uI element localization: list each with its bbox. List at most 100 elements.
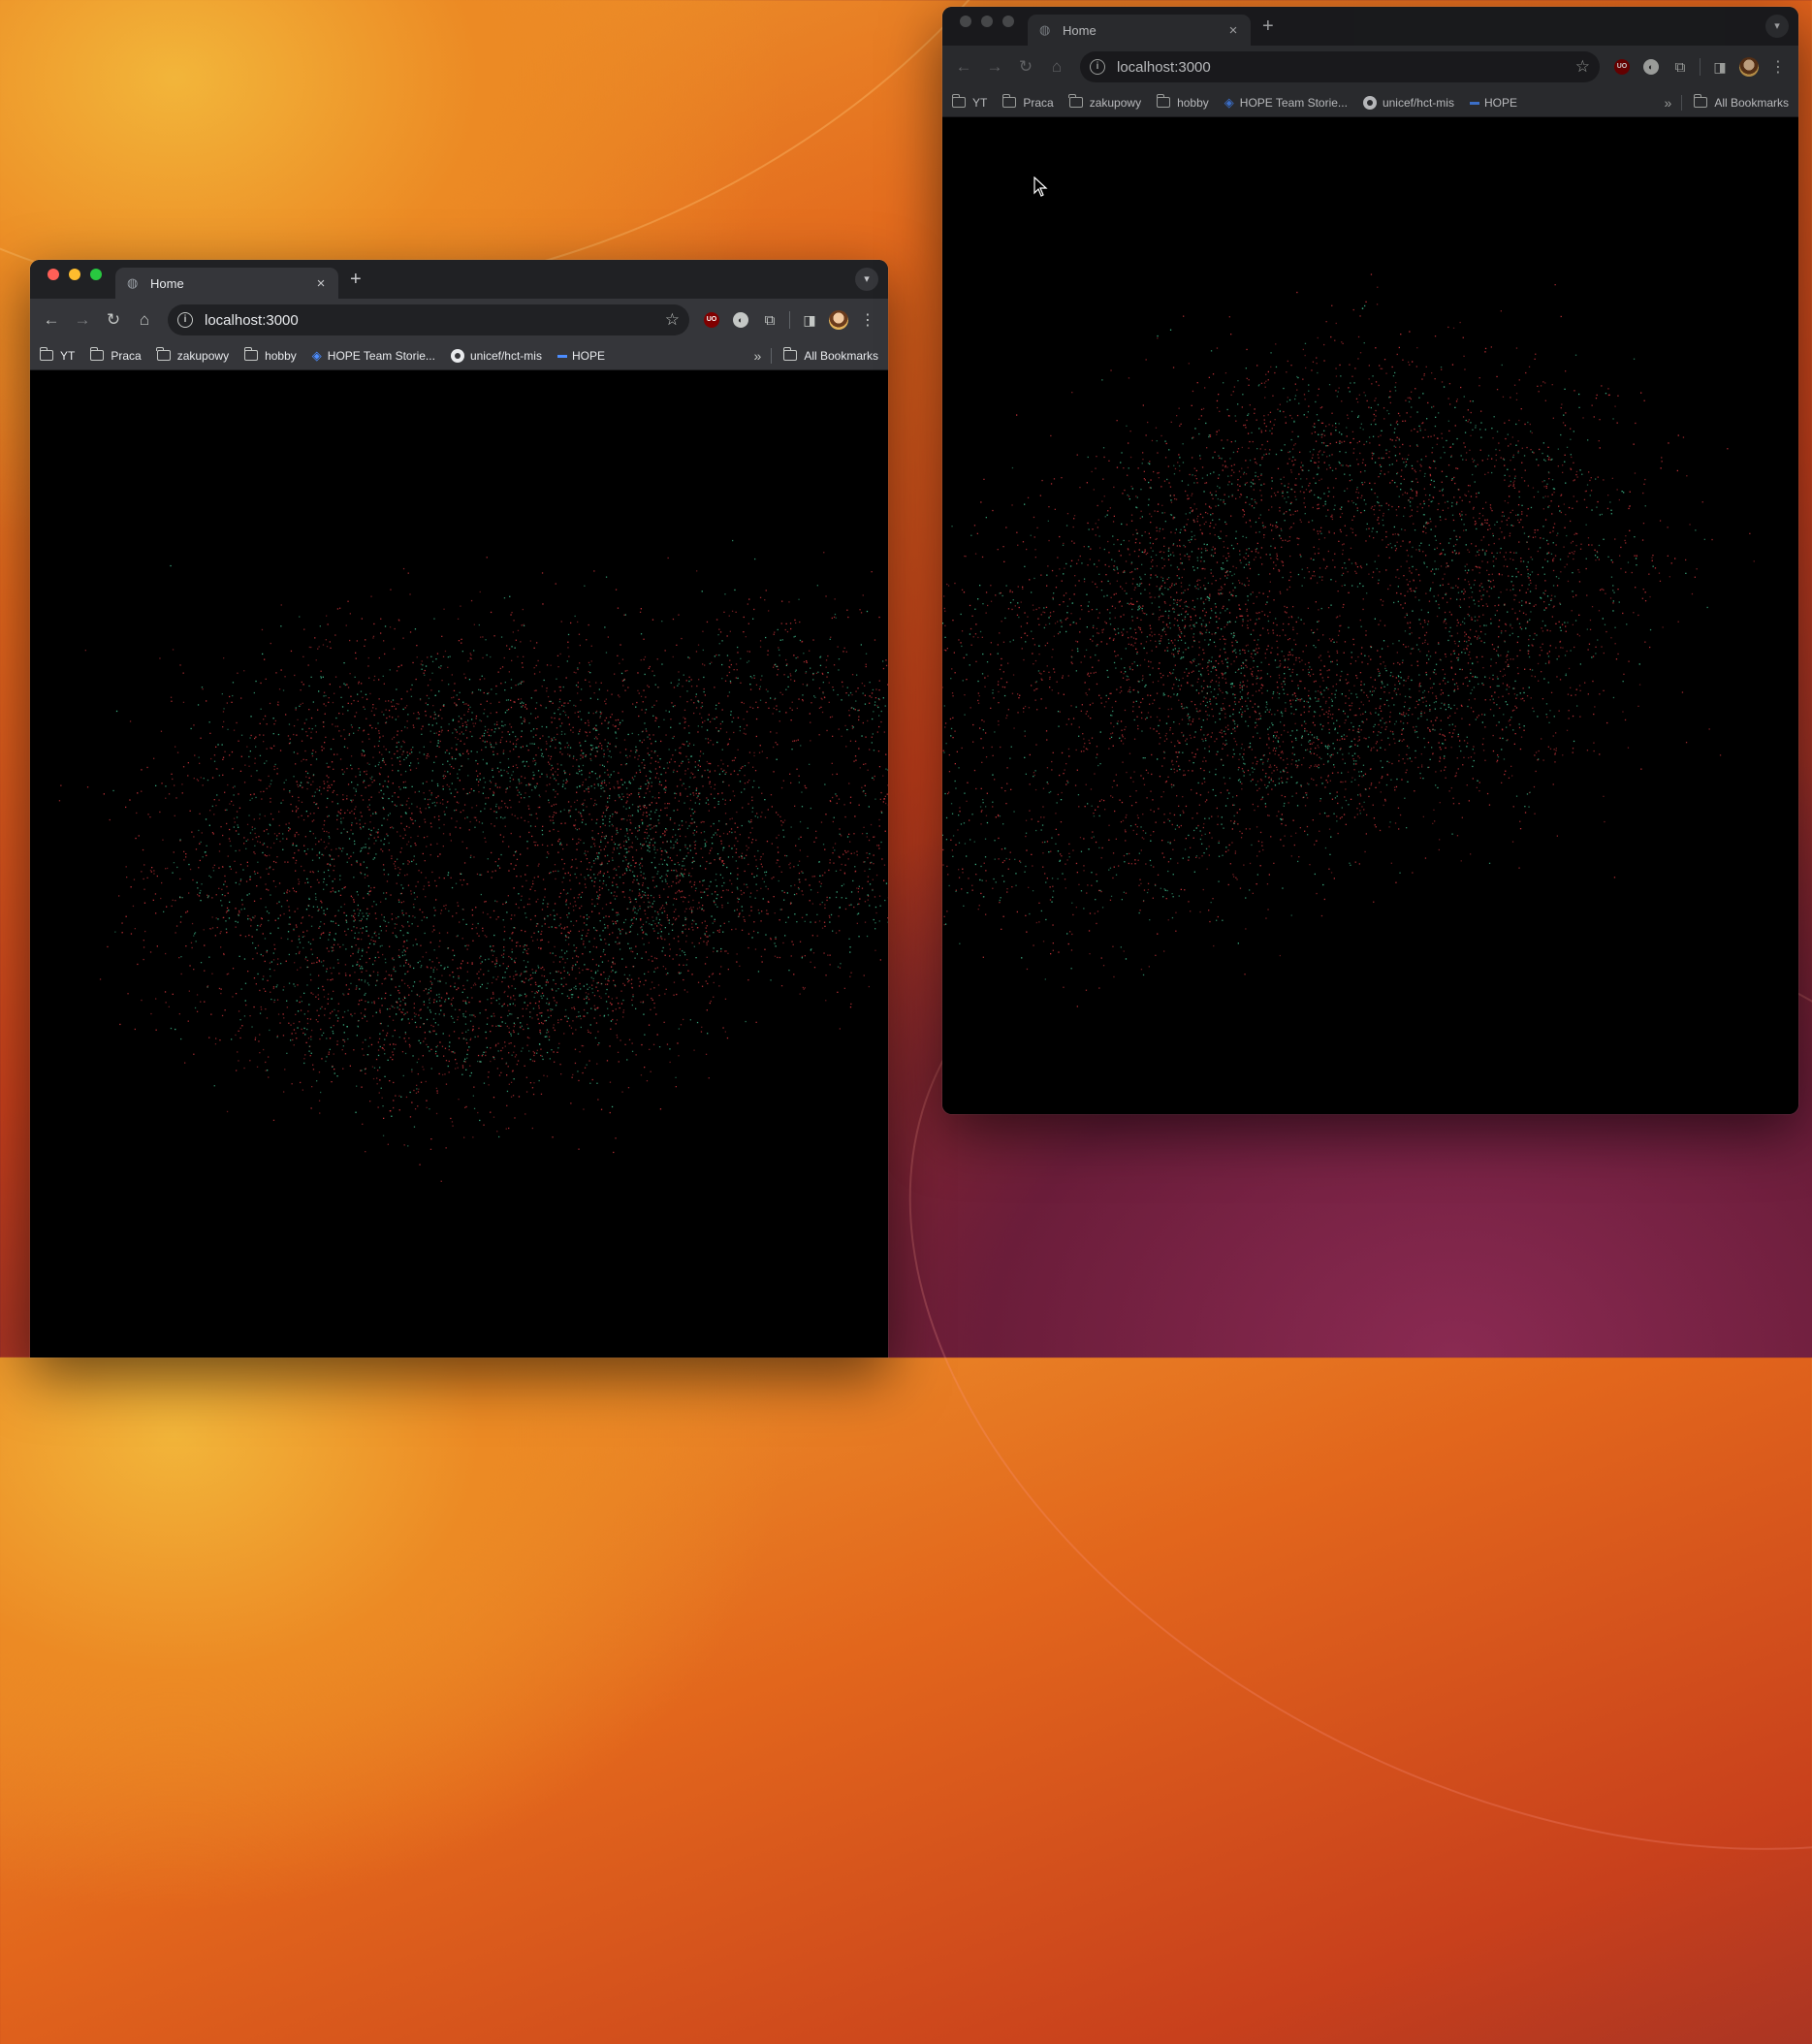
- bookmark-folder-hobby[interactable]: hobby: [243, 347, 297, 363]
- particle: [276, 1035, 278, 1038]
- particle: [557, 830, 559, 832]
- particle: [305, 956, 307, 958]
- minimize-window-button[interactable]: [69, 268, 80, 280]
- particle: [475, 907, 477, 909]
- particle: [588, 916, 590, 918]
- particle: [682, 686, 683, 687]
- particle: [617, 782, 619, 784]
- particle: [440, 1009, 442, 1011]
- home-button[interactable]: ⌂: [129, 304, 160, 335]
- particle: [757, 816, 759, 818]
- ublock-extension-button[interactable]: UO: [697, 305, 726, 335]
- particle: [334, 725, 336, 727]
- particle: [322, 854, 325, 856]
- extensions-button[interactable]: ⧉: [755, 305, 784, 335]
- all-bookmarks-folder[interactable]: All Bookmarks: [782, 347, 878, 363]
- particle: [365, 639, 366, 641]
- particle: [703, 690, 705, 693]
- particle: [511, 612, 513, 614]
- particle: [293, 1044, 295, 1046]
- particle: [585, 854, 587, 856]
- particle: [354, 808, 356, 811]
- particle: [704, 769, 706, 772]
- menu-button[interactable]: ⋮: [853, 305, 882, 335]
- new-tab-button[interactable]: +: [350, 260, 362, 299]
- particle: [226, 1110, 229, 1113]
- info-icon[interactable]: i: [177, 312, 193, 328]
- particle: [486, 936, 488, 938]
- particle: [529, 1002, 531, 1005]
- particle: [605, 717, 608, 719]
- particle: [586, 858, 588, 860]
- particle: [310, 737, 312, 739]
- particle: [434, 694, 436, 696]
- particle: [502, 752, 505, 754]
- star-icon[interactable]: ☆: [665, 310, 680, 330]
- bookmark-folder-zakupowy[interactable]: zakupowy: [156, 347, 229, 363]
- toolbar: ← → ↻ ⌂ i localhost:3000 ☆ UO ◐ ⧉ ◨ ⋮: [30, 299, 888, 341]
- particle: [455, 737, 457, 739]
- particle: [525, 950, 527, 952]
- particle: [179, 896, 181, 898]
- particle: [458, 802, 460, 804]
- particle: [419, 699, 422, 701]
- particle: [697, 795, 699, 797]
- bookmark-folder-yt[interactable]: YT: [39, 347, 75, 363]
- particle: [485, 841, 487, 843]
- particle: [402, 567, 405, 570]
- particle: [583, 922, 586, 924]
- maximize-window-button[interactable]: [90, 268, 102, 280]
- bookmark-hope-team-stories[interactable]: ◈ HOPE Team Storie...: [312, 348, 435, 364]
- particle: [652, 920, 654, 922]
- particle: [433, 929, 435, 931]
- side-panel-button[interactable]: ◨: [795, 305, 824, 335]
- url-text[interactable]: localhost:3000: [205, 312, 665, 329]
- particle: [645, 696, 647, 698]
- particle: [675, 834, 677, 836]
- particle: [583, 809, 585, 812]
- particle: [373, 837, 375, 839]
- particle: [252, 838, 254, 841]
- particle: [449, 763, 451, 766]
- particle: [477, 784, 480, 786]
- particle: [183, 850, 185, 852]
- close-tab-icon[interactable]: ×: [313, 275, 329, 292]
- forward-button[interactable]: →: [67, 304, 98, 335]
- particle: [531, 1017, 533, 1019]
- particle: [194, 754, 196, 756]
- particle: [290, 1024, 292, 1026]
- particle: [358, 978, 360, 981]
- page-canvas[interactable]: [30, 370, 888, 1357]
- particle: [255, 746, 257, 748]
- particle: [559, 972, 562, 974]
- bookmark-unicef-hct-mis[interactable]: unicef/hct-mis: [450, 348, 542, 363]
- particle: [505, 1128, 507, 1130]
- more-bookmarks-chevron-icon[interactable]: »: [754, 348, 762, 364]
- particle: [379, 1067, 381, 1069]
- particle: [376, 1083, 378, 1085]
- particle: [407, 797, 410, 799]
- particle: [453, 1031, 456, 1033]
- back-button[interactable]: ←: [36, 304, 67, 335]
- particle: [593, 862, 595, 865]
- particle: [525, 916, 527, 918]
- particle: [431, 770, 433, 772]
- reload-button[interactable]: ↻: [98, 304, 129, 335]
- profile-button[interactable]: [824, 305, 853, 335]
- particle: [231, 751, 234, 753]
- tab-search-chevron-icon[interactable]: ▾: [855, 268, 878, 291]
- particle: [381, 1097, 383, 1099]
- close-window-button[interactable]: [48, 268, 59, 280]
- particle: [473, 856, 475, 858]
- address-bar[interactable]: i localhost:3000 ☆: [168, 304, 689, 335]
- tab-home[interactable]: ◍ Home ×: [115, 268, 338, 299]
- particle: [533, 841, 535, 844]
- particle: [666, 1043, 669, 1045]
- particle: [323, 830, 325, 832]
- particle: [336, 959, 339, 961]
- globe-icon: ◍: [127, 275, 139, 290]
- password-extension-button[interactable]: ◐: [726, 305, 755, 335]
- particle: [637, 811, 639, 813]
- bookmark-folder-praca[interactable]: Praca: [89, 347, 142, 363]
- bookmark-hope[interactable]: ▬ HOPE: [557, 349, 605, 363]
